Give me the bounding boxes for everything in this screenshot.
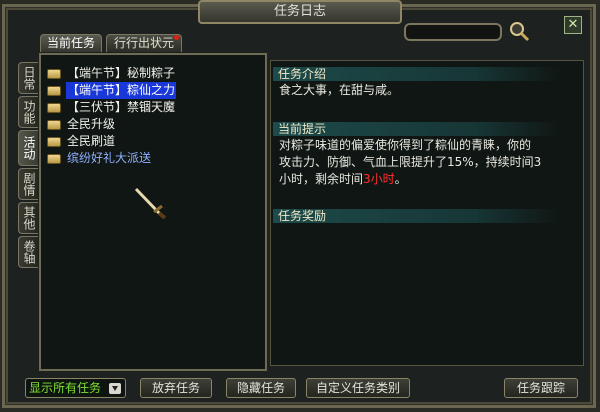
search-input[interactable] xyxy=(404,23,502,41)
tab-label: 当前任务 xyxy=(46,36,95,50)
filter-value: 显示所有任务 xyxy=(29,381,102,395)
abandon-quest-button[interactable]: 放弃任务 xyxy=(140,378,212,398)
list-item[interactable]: 缤纷好礼大派送 xyxy=(47,150,176,167)
quest-filter-select[interactable]: 显示所有任务 xyxy=(25,378,126,398)
list-item[interactable]: 【端午节】粽仙之力 xyxy=(47,82,177,99)
list-item[interactable]: 全民刷道 xyxy=(47,133,176,150)
reward-heading: 任务奖励 xyxy=(273,209,561,223)
hint-text-part: 。 xyxy=(394,172,407,186)
search-icon[interactable] xyxy=(508,20,530,42)
button-label: 放弃任务 xyxy=(151,381,200,395)
tab-profession[interactable]: 行行出状元 xyxy=(106,34,182,52)
quest-label: 【端午节】粽仙之力 xyxy=(66,82,177,99)
chevron-down-icon xyxy=(109,383,121,394)
scroll-icon xyxy=(47,68,61,79)
quest-label: 全民升级 xyxy=(67,117,116,131)
tab-current-quests[interactable]: 当前任务 xyxy=(40,34,102,52)
custom-category-button[interactable]: 自定义任务类别 xyxy=(306,378,410,398)
category-tab-label: 功能 xyxy=(22,100,36,124)
tab-label: 行行出状元 xyxy=(113,36,174,50)
quest-list: 【端午节】秘制粽子 【端午节】粽仙之力 【三伏节】禁锢天魔 全民升级 全民刷道 … xyxy=(47,65,177,167)
category-tab-story[interactable]: 剧情 xyxy=(18,168,38,200)
quest-detail-panel: 任务介绍 食之大事，在甜与咸。 当前提示 对粽子味道的偏爱使你得到了粽仙的青睐，… xyxy=(270,60,584,366)
close-button[interactable]: ✕ xyxy=(564,16,582,34)
hint-text: 对粽子味道的偏爱使你得到了粽仙的青睐，你的 攻击力、防御、气血上限提升了15%，… xyxy=(279,137,569,188)
hint-heading: 当前提示 xyxy=(273,122,561,136)
scroll-icon xyxy=(47,85,61,96)
hide-quest-button[interactable]: 隐藏任务 xyxy=(226,378,296,398)
list-item[interactable]: 【端午节】秘制粽子 xyxy=(47,65,176,82)
scroll-icon xyxy=(47,119,61,130)
category-tab-daily[interactable]: 日常 xyxy=(18,62,38,94)
remaining-time: 3小时 xyxy=(363,172,395,186)
alert-dot-icon xyxy=(174,35,179,40)
quest-label: 【端午节】秘制粽子 xyxy=(67,66,176,80)
category-tab-function[interactable]: 功能 xyxy=(18,96,38,128)
close-icon: ✕ xyxy=(567,17,579,32)
category-tab-label: 其他 xyxy=(22,206,36,230)
track-quest-button[interactable]: 任务跟踪 xyxy=(504,378,578,398)
category-tab-label: 日常 xyxy=(22,66,36,90)
scroll-icon xyxy=(47,153,61,164)
list-item[interactable]: 全民升级 xyxy=(47,116,176,133)
scroll-icon xyxy=(47,136,61,147)
category-tab-label: 卷轴 xyxy=(22,240,36,264)
button-label: 自定义任务类别 xyxy=(315,381,400,395)
list-item[interactable]: 【三伏节】禁锢天魔 xyxy=(47,99,176,116)
category-tab-other[interactable]: 其他 xyxy=(18,202,38,234)
scroll-icon xyxy=(47,102,61,113)
quest-label: 【三伏节】禁锢天魔 xyxy=(67,100,176,114)
hint-line: 攻击力、防御、气血上限提升了15%，持续时间3 xyxy=(279,155,542,169)
intro-heading: 任务介绍 xyxy=(273,67,561,81)
sword-cursor-icon xyxy=(134,187,167,220)
hint-line: 小时，剩余时间3小时。 xyxy=(279,171,569,188)
button-label: 隐藏任务 xyxy=(236,381,285,395)
button-label: 任务跟踪 xyxy=(516,381,565,395)
category-tab-label: 活动 xyxy=(22,136,36,160)
hint-text-part: 小时，剩余时间 xyxy=(279,172,364,186)
quest-label: 全民刷道 xyxy=(67,134,116,148)
category-tab-event[interactable]: 活动 xyxy=(18,130,38,166)
category-tab-label: 剧情 xyxy=(22,172,36,196)
quest-label: 缤纷好礼大派送 xyxy=(67,151,152,165)
intro-text: 食之大事，在甜与咸。 xyxy=(279,83,400,97)
window-title: 任务日志 xyxy=(198,0,402,24)
category-tabs: 日常 功能 活动 剧情 其他 卷轴 xyxy=(18,62,38,270)
hint-line: 对粽子味道的偏爱使你得到了粽仙的青睐，你的 xyxy=(279,138,532,152)
category-tab-scroll[interactable]: 卷轴 xyxy=(18,236,38,268)
